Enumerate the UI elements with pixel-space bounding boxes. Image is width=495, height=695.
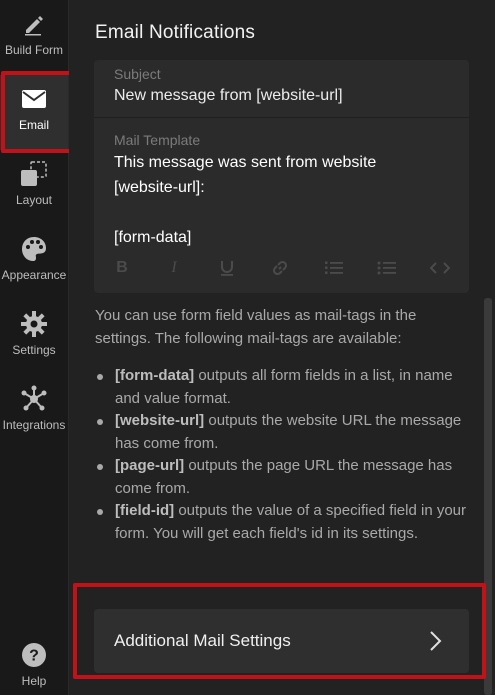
nav-email-label: Email	[18, 118, 49, 132]
palette-icon	[19, 234, 49, 264]
bullet-list-icon[interactable]	[375, 256, 399, 280]
nav-help-label: Help	[21, 674, 47, 688]
gear-icon	[19, 309, 49, 339]
scrollbar[interactable]	[484, 298, 492, 695]
template-line: This message was sent from website	[114, 154, 377, 171]
page-title: Email Notifications	[95, 22, 256, 43]
help-icon: ?	[19, 640, 49, 670]
nav-settings[interactable]: Settings	[0, 300, 68, 375]
svg-text:?: ?	[29, 648, 39, 665]
link-icon[interactable]	[268, 256, 292, 280]
subject-label: Subject	[114, 66, 161, 82]
mail-tag: [field-id]	[115, 502, 175, 519]
list-item: [website-url] outputs the website URL th…	[95, 410, 475, 455]
subject-input[interactable]: New message from [website-url]	[114, 87, 343, 105]
underline-icon[interactable]	[215, 256, 239, 280]
divider	[94, 117, 469, 118]
list-item: [page-url] outputs the page URL the mess…	[95, 455, 475, 500]
template-line	[114, 200, 376, 225]
nav-build-form[interactable]: Build Form	[0, 0, 68, 75]
code-icon[interactable]	[428, 256, 452, 280]
nav-appearance[interactable]: Appearance	[0, 225, 68, 300]
list-item: [form-data] outputs all form fields in a…	[95, 365, 475, 410]
nav-email[interactable]: Email	[0, 75, 68, 150]
main-panel: Email Notifications Subject New message …	[69, 0, 495, 695]
nav-layout[interactable]: Layout	[0, 150, 68, 225]
nav-integrations-label: Integrations	[2, 418, 66, 432]
italic-icon[interactable]: I	[162, 256, 186, 280]
list-item: [field-id] outputs the value of a specif…	[95, 500, 475, 545]
pencil-icon	[19, 9, 49, 39]
template-line: [website-url]:	[114, 179, 205, 196]
nav-help[interactable]: ? Help	[0, 631, 68, 695]
mail-editor-card: Subject New message from [website-url] M…	[94, 60, 469, 293]
mail-tags-list: [form-data] outputs all form fields in a…	[95, 365, 475, 545]
mail-tag: [page-url]	[115, 457, 185, 474]
mail-template-label: Mail Template	[114, 132, 201, 148]
integrations-icon	[19, 384, 49, 414]
mail-tag: [website-url]	[115, 412, 205, 429]
nav-build-form-label: Build Form	[4, 43, 63, 57]
ordered-list-icon[interactable]	[322, 256, 346, 280]
additional-mail-settings-button[interactable]: Additional Mail Settings	[94, 609, 469, 673]
nav-layout-label: Layout	[15, 193, 53, 207]
nav-appearance-label: Appearance	[1, 268, 67, 282]
mail-tag: [form-data]	[115, 367, 195, 384]
envelope-icon	[19, 84, 49, 114]
bold-icon[interactable]: B	[110, 256, 134, 280]
sidebar: Build Form Email Layout Appearance Setti…	[0, 0, 69, 695]
template-line: [form-data]	[114, 229, 192, 246]
mail-tags-help-text: You can use form field values as mail-ta…	[95, 307, 417, 347]
nav-settings-label: Settings	[12, 343, 56, 357]
additional-mail-settings-label: Additional Mail Settings	[114, 631, 291, 650]
mail-template-editor[interactable]: This message was sent from website [webs…	[114, 150, 376, 250]
chevron-right-icon	[425, 629, 445, 653]
layout-icon	[19, 159, 49, 189]
editor-toolbar: B I	[94, 256, 469, 284]
nav-integrations[interactable]: Integrations	[0, 375, 68, 450]
